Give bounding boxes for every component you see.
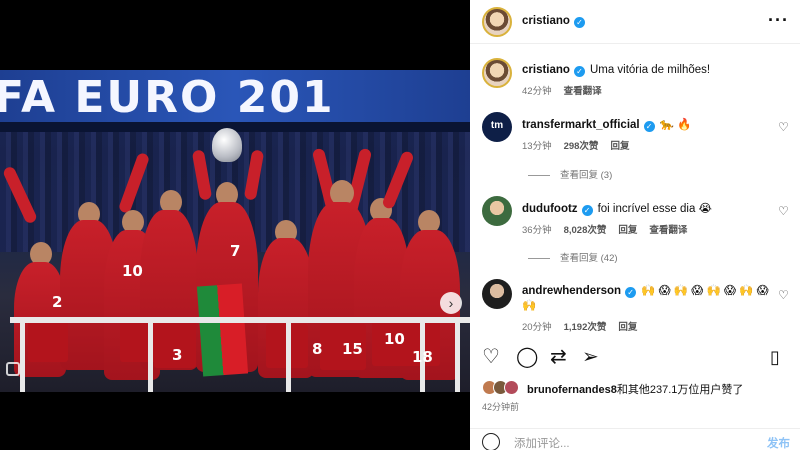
portugal-flag — [196, 283, 249, 377]
action-bar: ♡ ◯ ⇄ ➢ ▯ — [470, 340, 800, 376]
comment-body: transfermarkt_official ✓ 🐆 🔥 — [522, 117, 691, 132]
caption-text: Uma vitória de milhões! — [589, 64, 711, 76]
comment-time: 20分钟 — [522, 322, 552, 333]
like-comment-heart-icon[interactable]: ♡ — [778, 120, 789, 134]
liker-username[interactable]: brunofernandes8 — [527, 384, 617, 396]
comment-username[interactable]: andrewhenderson — [522, 285, 621, 297]
emoji-icon[interactable] — [482, 433, 500, 450]
jersey-number: 7 — [230, 242, 241, 260]
likes-text[interactable]: brunofernandes8和其他237.1万位用户赞了 — [527, 381, 743, 397]
jersey-number: 2 — [52, 293, 63, 311]
stadium-banner: FA EURO 201 — [0, 70, 470, 123]
jersey-number: 10 — [122, 262, 143, 280]
reply-button[interactable]: 回复 — [610, 141, 629, 152]
caption-avatar[interactable] — [482, 58, 512, 88]
barrier-rail — [10, 317, 470, 323]
post-timestamp: 42分钟前 — [482, 402, 520, 412]
heart-icon[interactable]: ♡ — [482, 347, 500, 367]
author-avatar[interactable] — [482, 7, 512, 37]
comment-body: dudufootz ✓ foi incrível esse dia 😭 — [522, 201, 712, 216]
barrier-post — [20, 317, 25, 392]
commenter-avatar[interactable]: tm — [482, 112, 512, 142]
jersey-number: 15 — [342, 340, 363, 358]
post-header: cristiano ✓ ··· — [470, 0, 800, 44]
commenter-avatar[interactable] — [482, 279, 512, 309]
comment-likes[interactable]: 298次赞 — [564, 141, 599, 152]
author-username-text[interactable]: cristiano — [522, 15, 570, 27]
comment-time: 13分钟 — [522, 141, 552, 152]
comment-likes[interactable]: 8,028次赞 — [564, 225, 607, 236]
caption-time: 42分钟 — [522, 86, 552, 97]
share-icon[interactable]: ➢ — [582, 347, 599, 367]
comment-input[interactable]: 添加评论... — [514, 435, 570, 450]
verified-icon: ✓ — [581, 205, 593, 216]
comment-text: foi incrível esse dia 😭 — [597, 203, 712, 215]
likes-count-text[interactable]: 和其他237.1万位用户赞了 — [617, 384, 744, 396]
comment-username[interactable]: dudufootz — [522, 203, 578, 215]
barrier-post — [148, 317, 153, 392]
verified-icon: ✓ — [573, 66, 585, 77]
comment-username[interactable]: transfermarkt_official — [522, 119, 640, 131]
repost-icon[interactable]: ⇄ — [550, 347, 567, 367]
jersey-number: 8 — [312, 340, 323, 358]
banner-text: FA EURO 201 — [0, 72, 335, 123]
caption: cristiano ✓ Uma vitória de milhões! — [522, 64, 710, 77]
comment-body: andrewhenderson ✓ 🙌 😱 🙌 😱 🙌 😱 🙌 😱 🙌 — [522, 284, 772, 314]
comment-meta: 36分钟 8,028次赞 回复 查看翻译 — [522, 222, 699, 236]
caption-username[interactable]: cristiano — [522, 64, 570, 76]
comment-meta: 13分钟 298次赞 回复 — [522, 138, 641, 152]
like-comment-heart-icon[interactable]: ♡ — [778, 288, 789, 302]
comment-text: 🐆 🔥 — [659, 119, 692, 131]
post-media[interactable]: FA EURO 201 2 10 7 3 8 15 10 18 › — [0, 0, 470, 450]
comment-meta: 20分钟 1,192次赞 回复 — [522, 319, 649, 333]
more-horizontal-icon[interactable]: ··· — [768, 10, 789, 31]
verified-icon: ✓ — [573, 17, 585, 28]
jersey-number: 18 — [412, 348, 433, 366]
comment-bar: 添加评论... 发布 — [470, 428, 800, 450]
chevron-right-icon[interactable]: › — [440, 292, 462, 314]
verified-icon: ✓ — [643, 121, 655, 132]
media-icon — [6, 362, 20, 376]
liker-avatar — [504, 380, 519, 395]
comment-likes[interactable]: 1,192次赞 — [564, 322, 607, 333]
post-photo: FA EURO 201 2 10 7 3 8 15 10 18 › — [0, 70, 470, 392]
comment-icon[interactable]: ◯ — [516, 347, 538, 367]
translate-link[interactable]: 查看翻译 — [564, 86, 602, 97]
author-username[interactable]: cristiano ✓ — [522, 15, 585, 28]
barrier-post — [455, 317, 460, 392]
barrier-post — [286, 317, 291, 392]
caption-meta: 42分钟 查看翻译 — [522, 83, 614, 97]
jersey-number: 10 — [384, 330, 405, 348]
view-replies[interactable]: 查看回复 (3) — [528, 167, 612, 181]
reply-button[interactable]: 回复 — [618, 225, 637, 236]
reply-button[interactable]: 回复 — [618, 322, 637, 333]
post-details-panel: cristiano ✓ ··· cristiano ✓ Uma vitória de … — [470, 0, 800, 450]
likes-summary[interactable]: brunofernandes8和其他237.1万位用户赞了 — [482, 380, 792, 398]
comment-time: 36分钟 — [522, 225, 552, 236]
commenter-avatar[interactable] — [482, 196, 512, 226]
verified-icon: ✓ — [625, 287, 637, 298]
bookmark-icon[interactable]: ▯ — [770, 347, 780, 367]
translate-link[interactable]: 查看翻译 — [649, 225, 687, 236]
post-comment-button[interactable]: 发布 — [767, 435, 790, 450]
like-comment-heart-icon[interactable]: ♡ — [778, 204, 789, 218]
view-replies[interactable]: 查看回复 (42) — [528, 250, 618, 264]
trophy — [212, 128, 242, 162]
jersey-number: 3 — [172, 346, 183, 364]
